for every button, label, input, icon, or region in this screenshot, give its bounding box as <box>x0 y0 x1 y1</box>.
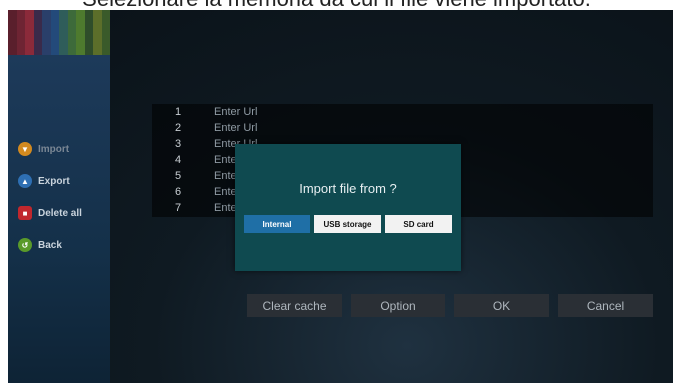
import-icon: ▼ <box>18 142 32 156</box>
header-art-stripe <box>93 10 102 55</box>
header-art-stripe <box>84 10 93 55</box>
sidebar-item-delete-all[interactable]: ■ Delete all <box>18 206 82 220</box>
trash-icon: ■ <box>18 206 32 220</box>
row-url: Ente <box>214 154 237 166</box>
sidebar-item-import[interactable]: ▼ Import <box>18 142 69 156</box>
sidebar: ▼ Import ▲ Export ■ Delete all ↺ Back <box>8 55 110 383</box>
header-art-stripe <box>76 10 85 55</box>
option-button[interactable]: Option <box>351 294 445 317</box>
tv-screen: ▼ Import ▲ Export ■ Delete all ↺ Back 1 … <box>8 10 673 383</box>
list-item[interactable]: 1 Enter Url <box>152 106 653 123</box>
header-art-stripe <box>42 10 51 55</box>
list-item[interactable]: 2 Enter Url <box>152 122 653 139</box>
internal-option-button[interactable]: Internal <box>244 215 310 233</box>
header-art-stripe <box>50 10 59 55</box>
row-number: 1 <box>174 106 182 118</box>
sidebar-item-label: Delete all <box>38 207 82 219</box>
header-art-stripe <box>33 10 42 55</box>
row-url: Ente <box>214 186 237 198</box>
header-art-stripe <box>25 10 34 55</box>
dialog-title: Import file from ? <box>299 181 397 196</box>
back-icon: ↺ <box>18 238 32 252</box>
sidebar-item-export[interactable]: ▲ Export <box>18 174 70 188</box>
import-source-dialog: Import file from ? Internal USB storage … <box>235 144 461 271</box>
row-number: 4 <box>174 154 182 166</box>
row-url: Enter Url <box>214 106 258 118</box>
row-url: Enter Url <box>214 122 258 134</box>
sd-card-option-button[interactable]: SD card <box>385 215 452 233</box>
ok-button[interactable]: OK <box>454 294 549 317</box>
cancel-button[interactable]: Cancel <box>558 294 653 317</box>
row-number: 3 <box>174 138 182 150</box>
header-art-stripe <box>67 10 76 55</box>
header-art-stripe <box>8 10 17 55</box>
usb-storage-option-button[interactable]: USB storage <box>314 215 381 233</box>
header-art-stripe <box>16 10 25 55</box>
sidebar-item-label: Back <box>38 239 62 251</box>
export-icon: ▲ <box>18 174 32 188</box>
sidebar-item-back[interactable]: ↺ Back <box>18 238 62 252</box>
clear-cache-button[interactable]: Clear cache <box>247 294 342 317</box>
sidebar-item-label: Export <box>38 175 70 187</box>
header-art-stripe <box>59 10 68 55</box>
header-art-stripe <box>101 10 110 55</box>
row-number: 2 <box>174 122 182 134</box>
row-number: 5 <box>174 170 182 182</box>
sidebar-item-label: Import <box>38 143 70 155</box>
sidebar-header-art <box>8 10 110 55</box>
row-url: Ente <box>214 170 237 182</box>
row-number: 7 <box>174 202 182 214</box>
page-caption: Selezionare la memoria da cui il file vi… <box>0 0 673 10</box>
row-number: 6 <box>174 186 182 198</box>
row-url: Ente <box>214 202 237 214</box>
